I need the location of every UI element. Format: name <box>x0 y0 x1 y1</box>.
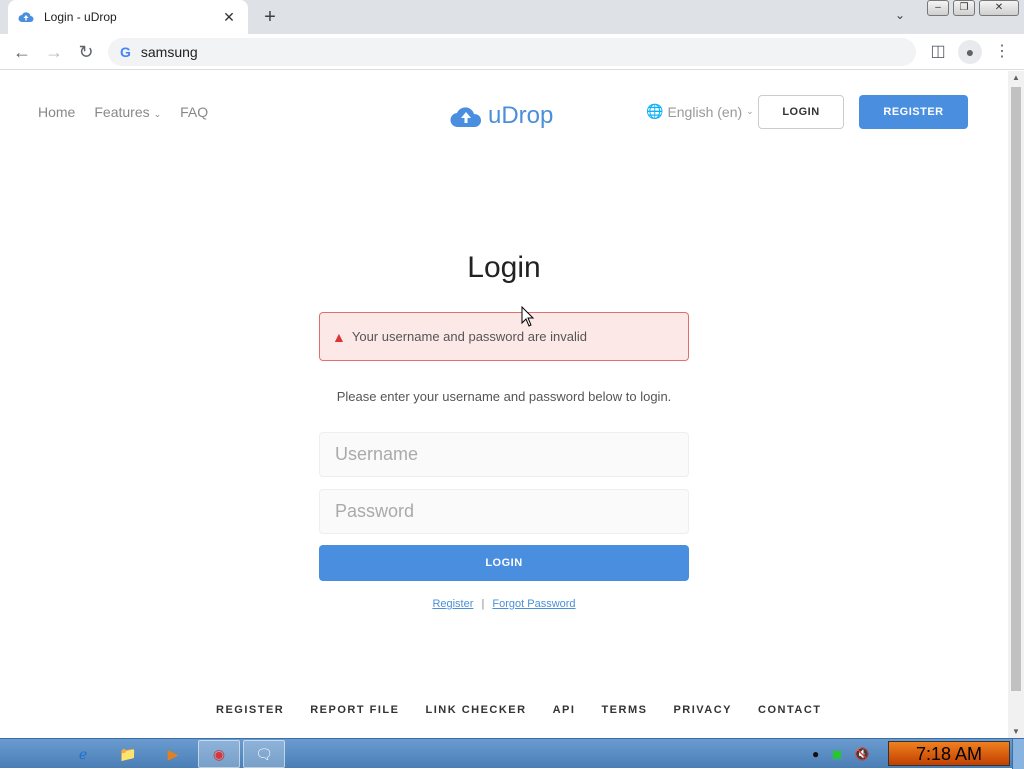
site-logo[interactable]: uDrop <box>450 102 553 130</box>
close-tab-icon[interactable]: ✕ <box>220 9 238 26</box>
window-controls: – ❐ ✕ <box>927 0 1023 16</box>
nav-features-label: Features <box>94 104 150 120</box>
brand-name: uDrop <box>488 102 554 129</box>
volume-muted-icon[interactable]: 🔇 <box>855 747 870 761</box>
browser-tab[interactable]: Login - uDrop ✕ <box>8 0 248 34</box>
browser-toolbar: ← → ↻ G samsung ◫ ⋮ <box>0 34 1024 70</box>
nav-faq-link[interactable]: FAQ <box>180 104 208 120</box>
speech-bubble-icon: 🗨 <box>255 746 273 762</box>
scroll-down-icon[interactable]: ▼ <box>1012 727 1020 736</box>
browser-tab-strip: Login - uDrop ✕ + ⌄ – ❐ ✕ <box>0 0 1024 34</box>
cloud-upload-icon <box>18 12 34 22</box>
cloud-upload-icon <box>450 107 482 128</box>
chevron-down-icon: ⌄ <box>746 106 754 116</box>
mouse-cursor-icon <box>521 306 535 327</box>
page-title: Login <box>467 251 541 284</box>
footer-report-file-link[interactable]: REPORT FILE <box>310 704 399 716</box>
password-input[interactable] <box>319 489 689 534</box>
footer-privacy-link[interactable]: PRIVACY <box>673 704 732 716</box>
back-arrow-icon[interactable]: ← <box>10 40 34 64</box>
chrome-icon: ◉ <box>212 746 226 762</box>
system-tray: ● ▣ 🔇 <box>812 747 870 761</box>
record-dot-icon[interactable]: ● <box>812 747 819 761</box>
nav-features-link[interactable]: Features ⌄ <box>94 104 161 120</box>
tab-search-chevron-icon[interactable]: ⌄ <box>895 8 905 22</box>
footer-terms-link[interactable]: TERMS <box>601 704 647 716</box>
os-taskbar: ℯ 📁 ▶ ◉ 🗨 ● ▣ 🔇 7:18 AM <box>0 738 1024 769</box>
forward-arrow-icon[interactable]: → <box>42 40 66 64</box>
show-desktop-button[interactable] <box>1012 739 1024 769</box>
auth-links: Register | Forgot Password <box>0 598 1008 610</box>
language-selector[interactable]: 🌐 English (en) ⌄ <box>646 103 754 120</box>
footer-api-link[interactable]: API <box>553 704 576 716</box>
media-player-icon[interactable]: ▶ <box>160 742 186 766</box>
footer-link-checker-link[interactable]: LINK CHECKER <box>425 704 526 716</box>
file-explorer-icon[interactable]: 📁 <box>115 742 141 766</box>
nav-home-link[interactable]: Home <box>38 104 75 120</box>
page-content: Home Features ⌄ FAQ uDrop 🌐 English (en) … <box>0 71 1008 738</box>
taskbar-chrome-button[interactable]: ◉ <box>198 740 240 768</box>
header-register-button[interactable]: REGISTER <box>859 95 968 129</box>
link-separator: | <box>481 598 485 610</box>
footer-contact-link[interactable]: CONTACT <box>758 704 821 716</box>
scroll-up-icon[interactable]: ▲ <box>1012 73 1020 82</box>
site-footer: REGISTER REPORT FILE LINK CHECKER API TE… <box>216 704 822 716</box>
tab-title: Login - uDrop <box>44 10 117 24</box>
taskbar-clock[interactable]: 7:18 AM <box>888 741 1010 766</box>
network-icon[interactable]: ▣ <box>831 747 842 761</box>
forgot-password-link[interactable]: Forgot Password <box>492 598 575 610</box>
chevron-down-icon: ⌄ <box>153 109 162 119</box>
footer-register-link[interactable]: REGISTER <box>216 704 284 716</box>
site-nav: Home Features ⌄ FAQ <box>38 104 208 120</box>
header-login-button[interactable]: LOGIN <box>758 95 844 129</box>
vertical-scrollbar[interactable]: ▲ ▼ <box>1008 71 1024 738</box>
warning-icon: ▲ <box>332 328 346 345</box>
login-submit-button[interactable]: LOGIN <box>319 545 689 581</box>
globe-icon: 🌐 <box>646 103 664 119</box>
address-bar[interactable]: G samsung <box>108 38 916 66</box>
error-alert: ▲ Your username and password are invalid <box>319 312 689 361</box>
taskbar-chat-button[interactable]: 🗨 <box>243 740 285 768</box>
register-link[interactable]: Register <box>432 598 473 610</box>
username-input[interactable] <box>319 432 689 477</box>
window-close-button[interactable]: ✕ <box>979 0 1019 16</box>
minimize-button[interactable]: – <box>927 0 949 16</box>
login-instructions: Please enter your username and password … <box>336 389 672 404</box>
new-tab-button[interactable]: + <box>258 6 282 30</box>
internet-explorer-icon[interactable]: ℯ <box>70 742 96 766</box>
error-message: Your username and password are invalid <box>351 329 587 344</box>
google-icon: G <box>120 44 131 60</box>
scrollbar-thumb[interactable] <box>1011 87 1021 691</box>
reload-icon[interactable]: ↻ <box>74 40 98 64</box>
kebab-menu-icon[interactable]: ⋮ <box>990 40 1014 64</box>
language-label: English (en) <box>667 103 743 120</box>
side-panel-icon[interactable]: ◫ <box>926 40 950 64</box>
address-bar-text[interactable]: samsung <box>141 44 198 60</box>
maximize-button[interactable]: ❐ <box>953 0 975 16</box>
profile-avatar-icon[interactable]: ● <box>958 40 982 64</box>
